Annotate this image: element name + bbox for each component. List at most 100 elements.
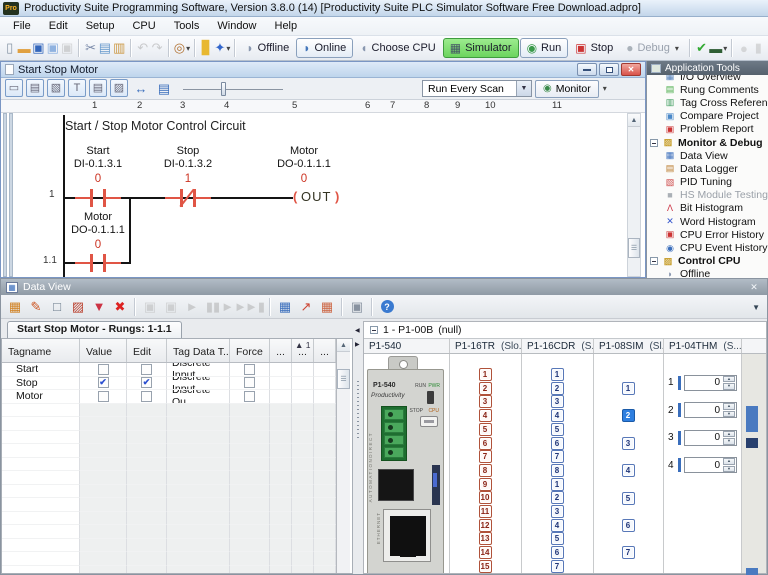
minimize-button[interactable] xyxy=(577,63,597,76)
run-button[interactable]: ◉ Run xyxy=(519,38,569,58)
table-vertical-scrollbar[interactable]: ▲ ☰ xyxy=(336,339,350,573)
ladder-window-titlebar[interactable]: Start Stop Motor ✕ xyxy=(1,62,645,78)
sidebar-item-word-histogram[interactable]: ✕ Word Histogram xyxy=(647,215,768,228)
new-file-icon[interactable]: ▯ xyxy=(3,38,16,58)
value-checkbox-stop[interactable]: ✔ xyxy=(97,377,109,389)
p1-16tr-point-14[interactable]: 14 xyxy=(478,546,492,560)
p1-08sim-point-6[interactable]: 6 xyxy=(621,519,635,532)
options-icon[interactable]: ▣ xyxy=(347,297,367,317)
validate-project-icon[interactable]: ✔ xyxy=(695,38,708,58)
column-header-force[interactable]: Force xyxy=(230,339,270,362)
p1-16tr-point-10[interactable]: 10 xyxy=(478,491,492,505)
menu-cpu[interactable]: CPU xyxy=(123,18,164,34)
close-icon[interactable]: ✕ xyxy=(746,282,762,293)
scrollbar-thumb[interactable]: ☰ xyxy=(337,369,350,389)
p1-08sim-point-2[interactable]: 2 xyxy=(621,409,635,423)
column-header-edit[interactable]: Edit xyxy=(127,339,167,362)
offline-button[interactable]: ◗ Offline xyxy=(240,38,295,58)
p1-16tr-point-15[interactable]: 15 xyxy=(478,559,492,573)
choose-cpu-button[interactable]: ◖ Choose CPU xyxy=(354,38,441,58)
simulator-button[interactable]: ▦ Simulator xyxy=(442,38,519,58)
view-ladder-icon[interactable]: ▭ xyxy=(5,78,23,97)
p1-16cdr-point-11[interactable]: 3 xyxy=(550,505,564,518)
p1-16tr-point-11[interactable]: 11 xyxy=(478,505,492,518)
p1-08sim-point-5[interactable]: 5 xyxy=(621,491,635,505)
force-checkbox-motor[interactable] xyxy=(244,390,255,402)
view-comments-icon[interactable]: ▤ xyxy=(26,78,44,97)
collapse-icon[interactable] xyxy=(370,326,378,334)
sidebar-item-cpu-event-history[interactable]: ◉ CPU Event History xyxy=(647,241,768,254)
p1-16tr-point-1[interactable]: 1 xyxy=(478,368,492,381)
spin-up-icon[interactable]: ▲ xyxy=(723,458,735,465)
write-edits-icon[interactable]: ▼ xyxy=(89,297,109,317)
sidebar-item-hs-module-testing[interactable]: ■ HS Module Testing xyxy=(647,189,768,202)
sidebar-item-pid-tuning[interactable]: ▧ PID Tuning xyxy=(647,176,768,189)
task-select[interactable]: Run Every Scan ▼ xyxy=(422,80,532,97)
pan-horizontal-icon[interactable]: ↔ xyxy=(131,79,151,99)
sidebar-item-compare-project[interactable]: ▣ Compare Project xyxy=(647,110,768,123)
p1-16cdr-point-7[interactable]: 7 xyxy=(550,450,564,464)
dropdown-arrow[interactable]: ▾ xyxy=(186,44,190,53)
sidebar-item-data-view[interactable]: ▦ Data View xyxy=(647,149,768,162)
sidebar-item-bit-histogram[interactable]: Λ Bit Histogram xyxy=(647,202,768,215)
spin-up-icon[interactable]: ▲ xyxy=(723,403,735,410)
open-project-icon[interactable]: ▬ xyxy=(17,38,31,58)
paste-icon[interactable]: ▥ xyxy=(113,38,126,58)
data-view-titlebar[interactable]: ▦ Data View ✕ xyxy=(1,279,767,295)
chevron-down-icon[interactable]: ▼ xyxy=(516,81,531,96)
menu-file[interactable]: File xyxy=(4,18,40,34)
value-checkbox-start[interactable] xyxy=(97,363,109,375)
sidebar-item-i-o-overview[interactable]: ▦ I/O Overview xyxy=(647,75,768,83)
p1-16cdr-point-8[interactable]: 8 xyxy=(550,463,564,477)
discard-writes-icon[interactable]: ▨ xyxy=(68,297,88,317)
collapse-icon[interactable] xyxy=(650,138,658,147)
p1-16cdr-point-4[interactable]: 4 xyxy=(550,409,564,423)
channel-value-input[interactable]: 0 ▲ ▼ xyxy=(684,429,737,446)
p1-16tr-point-3[interactable]: 3 xyxy=(478,395,492,409)
spin-down-icon[interactable]: ▼ xyxy=(723,438,735,445)
toolbar-dropdown-arrow[interactable]: ▼ xyxy=(752,303,760,312)
collapse-left-icon[interactable]: ◀ xyxy=(355,327,360,334)
p1-16tr-point-6[interactable]: 6 xyxy=(478,436,492,450)
pane-splitter[interactable]: ◀ ▶ xyxy=(353,321,363,574)
tagname-cell[interactable]: Stop xyxy=(2,376,80,390)
p1-08sim-point-3[interactable]: 3 xyxy=(621,436,635,450)
debug-button[interactable]: ● Debug ▾ xyxy=(620,38,685,58)
find-icon[interactable]: ◎ ▾ xyxy=(174,38,190,58)
p1-16tr-point-2[interactable]: 2 xyxy=(478,381,492,395)
channel-value-input[interactable]: 0 ▲ ▼ xyxy=(684,457,737,474)
view-tags-icon[interactable]: ▧ xyxy=(47,78,65,97)
add-tags-icon[interactable]: ▦ xyxy=(5,297,25,317)
rung-comment[interactable]: Start / Stop Motor Control Circuit xyxy=(65,119,246,133)
save-project-icon[interactable]: ▣ xyxy=(32,38,45,58)
monitor-button[interactable]: ◉ Monitor xyxy=(535,79,599,98)
spin-up-icon[interactable]: ▲ xyxy=(723,430,735,438)
view-tag-rows-icon[interactable]: ▨ xyxy=(110,78,128,97)
tabular-view-icon[interactable]: ▦ xyxy=(317,297,337,317)
motor-branch-contact[interactable] xyxy=(75,254,121,273)
zoom-slider[interactable] xyxy=(183,81,283,97)
dropdown-arrow[interactable]: ▾ xyxy=(675,44,679,53)
dropdown-arrow[interactable]: ▾ xyxy=(723,44,727,53)
save-as-icon[interactable]: ▣ xyxy=(46,38,59,58)
cut-icon[interactable]: ✂ xyxy=(84,38,97,58)
tagname-cell[interactable]: Motor xyxy=(2,390,80,404)
p1-16tr-point-9[interactable]: 9 xyxy=(478,477,492,491)
p1-16cdr-point-15[interactable]: 7 xyxy=(550,559,564,573)
menu-window[interactable]: Window xyxy=(208,18,265,34)
spin-down-icon[interactable]: ▼ xyxy=(723,465,735,473)
p1-16cdr-point-3[interactable]: 3 xyxy=(550,395,564,409)
column-header-value[interactable]: Value xyxy=(80,339,127,362)
value-checkbox-motor[interactable] xyxy=(97,390,109,402)
clear-forces-icon[interactable]: ✖ xyxy=(110,297,130,317)
restore-button[interactable] xyxy=(599,63,619,76)
transfer-project-icon[interactable]: ▬ ▾ xyxy=(709,38,727,58)
ladder-vertical-scrollbar[interactable]: ▲ ☰ xyxy=(627,113,641,277)
p1-16cdr-point-1[interactable]: 1 xyxy=(550,368,564,381)
sidebar-item-control-cpu[interactable]: ▨ Control CPU xyxy=(647,255,768,268)
spin-down-icon[interactable]: ▼ xyxy=(723,383,735,390)
p1-16cdr-point-2[interactable]: 2 xyxy=(550,381,564,395)
menu-edit[interactable]: Edit xyxy=(40,18,77,34)
expand-right-icon[interactable]: ▶ xyxy=(355,341,360,348)
channel-value-input[interactable]: 0 ▲ ▼ xyxy=(684,374,737,391)
